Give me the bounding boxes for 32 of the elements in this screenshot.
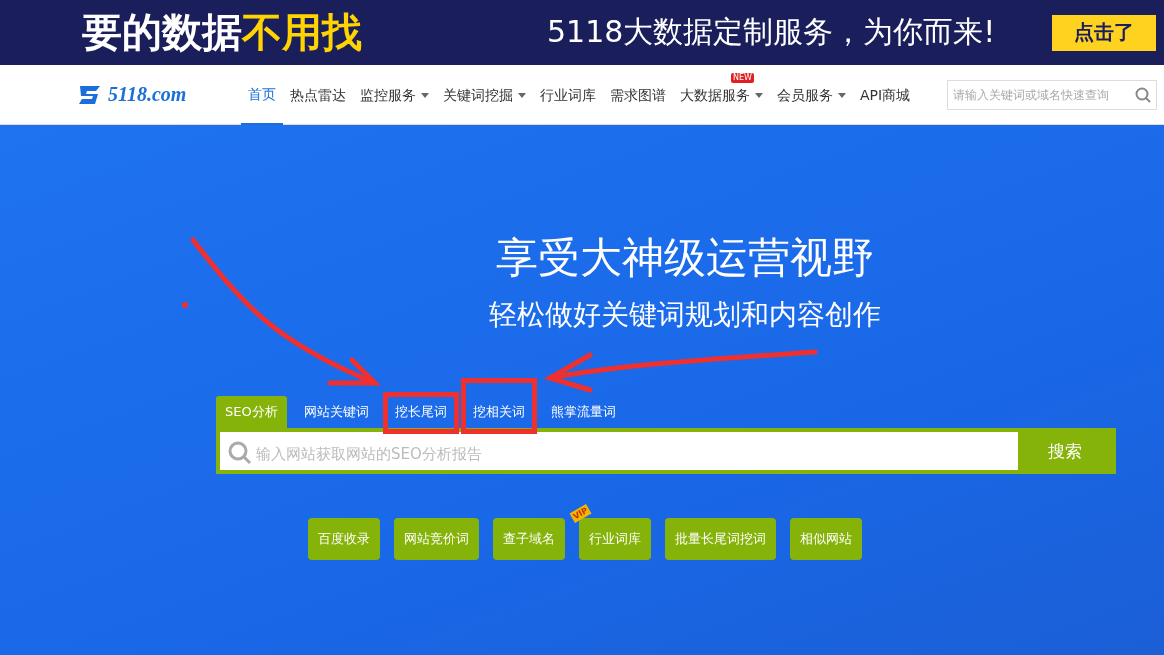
nav-link[interactable]: 热点雷达 bbox=[283, 84, 353, 125]
nav-link[interactable]: API商城 bbox=[853, 84, 918, 125]
nav-link[interactable]: 会员服务 bbox=[770, 84, 853, 125]
quick-link-button[interactable]: 批量长尾词挖词 bbox=[665, 518, 776, 560]
nav-link[interactable]: 监控服务 bbox=[353, 84, 436, 125]
new-badge: NEW bbox=[731, 72, 754, 83]
vip-badge: VIP bbox=[569, 504, 592, 523]
quick-link-button[interactable]: 相似网站 bbox=[790, 518, 862, 560]
hero-subtitle: 轻松做好关键词规划和内容创作 bbox=[488, 297, 881, 333]
search-tab[interactable]: 挖长尾词 bbox=[385, 396, 456, 428]
nav-link[interactable]: 大数据服务 bbox=[673, 84, 770, 125]
banner-headline: 要的数据 bbox=[82, 8, 242, 57]
search-tab[interactable]: 熊掌流量词 bbox=[541, 396, 625, 428]
learn-more-button[interactable]: 点击了 bbox=[1052, 14, 1156, 51]
quick-link-button[interactable]: 网站竞价词 bbox=[394, 518, 479, 560]
annotation-dot bbox=[182, 302, 188, 308]
nav-link[interactable]: 需求图谱 bbox=[603, 84, 673, 125]
search-tab[interactable]: 网站关键词 bbox=[294, 396, 378, 428]
quick-link-button[interactable]: 查子域名 bbox=[493, 518, 565, 560]
logo-text[interactable]: 5118.com bbox=[108, 83, 187, 106]
hero-title: 享受大神级运营视野 bbox=[495, 232, 874, 284]
nav-link[interactable]: 关键词挖掘 bbox=[436, 84, 533, 125]
ad-banner[interactable]: 要的数据不用找 5118大数据定制服务，为你而来! 点击了 bbox=[0, 0, 1164, 65]
quick-link-button[interactable]: 百度收录 bbox=[308, 518, 380, 560]
nav-link[interactable]: 行业词库 bbox=[533, 84, 603, 125]
search-field[interactable]: 请输入关键词或域名快速查询 bbox=[947, 79, 1158, 110]
banner-tagline: 5118大数据定制服务，为你而来! bbox=[547, 13, 997, 51]
quick-link-button[interactable]: 行业词库 bbox=[579, 518, 651, 560]
banner-headline-highlight: 不用找 bbox=[242, 8, 362, 57]
search-tab[interactable]: 挖相关词 bbox=[463, 396, 534, 428]
search-tab[interactable]: SEO分析 bbox=[216, 396, 287, 428]
search-field[interactable]: 输入网站获取网站的SEO分析报告 bbox=[220, 432, 1018, 470]
